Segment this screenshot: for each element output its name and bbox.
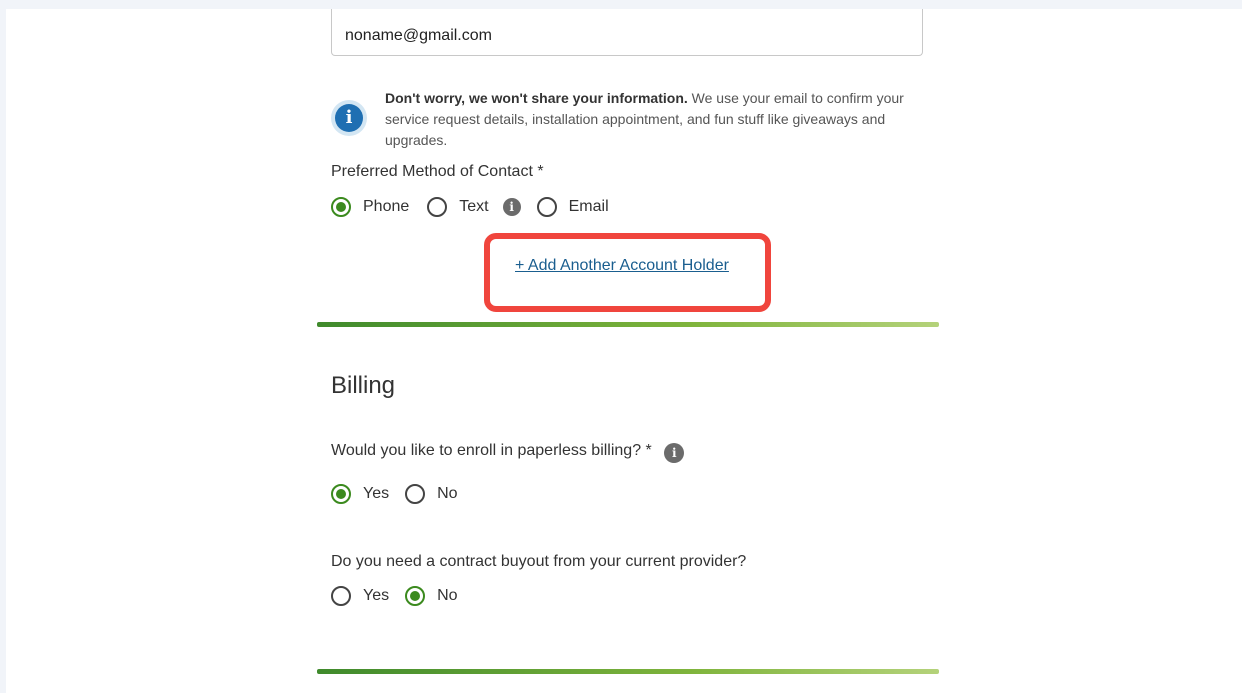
billing-section-title: Billing	[331, 372, 396, 399]
radio-text[interactable]	[427, 197, 448, 217]
buyout-group: Yes No	[331, 585, 458, 607]
paperless-info-icon[interactable]: i	[664, 443, 685, 463]
radio-buyout-no-label[interactable]: No	[437, 587, 457, 605]
radio-phone[interactable]	[331, 197, 351, 217]
radio-email-label[interactable]: Email	[569, 198, 609, 216]
radio-paperless-yes[interactable]	[331, 484, 351, 504]
info-icon: i	[331, 100, 367, 136]
radio-phone-label[interactable]: Phone	[363, 198, 409, 216]
preferred-contact-group: Phone Text i Email	[331, 196, 609, 218]
preferred-contact-label: Preferred Method of Contact *	[331, 163, 544, 180]
text-info-icon[interactable]: i	[502, 198, 521, 216]
radio-text-label[interactable]: Text	[459, 198, 488, 216]
section-divider-bottom	[317, 669, 939, 674]
radio-paperless-yes-label[interactable]: Yes	[363, 485, 389, 503]
paperless-group: Yes No	[331, 483, 458, 505]
privacy-notice-bold: Don't worry, we won't share your informa…	[385, 90, 688, 106]
add-account-holder-link[interactable]: + Add Another Account Holder	[515, 257, 729, 275]
radio-paperless-no-label[interactable]: No	[437, 485, 457, 503]
paperless-question: Would you like to enroll in paperless bi…	[331, 442, 652, 459]
section-divider-top	[317, 322, 939, 327]
radio-buyout-yes-label[interactable]: Yes	[363, 587, 389, 605]
radio-buyout-no[interactable]	[405, 586, 426, 606]
privacy-notice-text: Don't worry, we won't share your informa…	[385, 88, 915, 151]
radio-email[interactable]	[536, 197, 557, 217]
radio-paperless-no[interactable]	[405, 484, 426, 504]
email-field[interactable]	[331, 9, 923, 56]
buyout-question: Do you need a contract buyout from your …	[331, 553, 747, 570]
form-page: i Don't worry, we won't share your infor…	[6, 9, 1242, 693]
radio-buyout-yes[interactable]	[331, 586, 351, 606]
paperless-question-row: Would you like to enroll in paperless bi…	[331, 442, 685, 463]
